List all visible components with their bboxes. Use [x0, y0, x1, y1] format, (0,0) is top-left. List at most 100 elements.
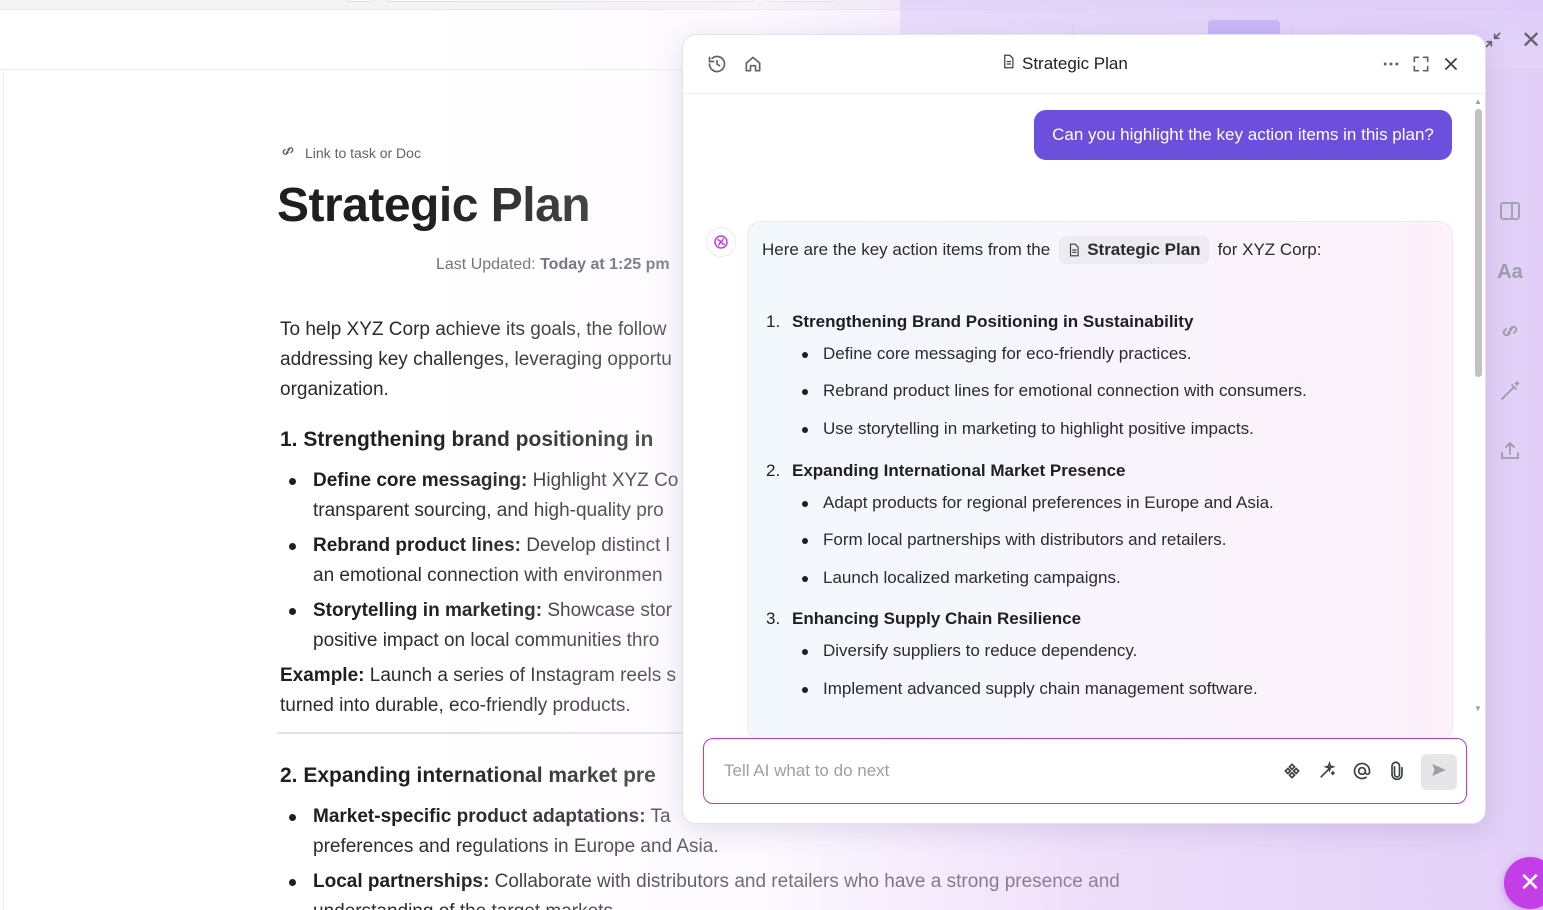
bullet-text: Collaborate with distributors and retail… [489, 871, 1120, 892]
intro-line: addressing key challenges, leveraging op… [280, 349, 672, 370]
send-icon [1430, 761, 1448, 784]
list-item-text: Diversify suppliers to reduce dependency… [823, 641, 1138, 660]
example-bold: Example: [280, 665, 365, 686]
panel-title: Strategic Plan [1001, 54, 1128, 74]
history-icon[interactable] [707, 54, 729, 76]
bullet-dot [802, 576, 808, 582]
link-icon [279, 142, 297, 163]
list-item-text: Rebrand product lines for emotional conn… [823, 381, 1307, 400]
at-icon[interactable] [1352, 761, 1374, 783]
list-item-text: Use storytelling in marketing to highlig… [823, 419, 1254, 438]
link-to-task-button[interactable]: Link to task or Doc [279, 142, 421, 163]
list-item: Define core messaging for eco-friendly p… [802, 344, 1192, 364]
font-settings-button[interactable]: Aa [1497, 259, 1523, 285]
action-item-title: Expanding International Market Presence [792, 461, 1126, 480]
bullet-dot [802, 501, 808, 507]
list-item: Adapt products for regional preferences … [802, 493, 1274, 513]
action-item-title: Enhancing Supply Chain Resilience [792, 609, 1082, 628]
magic-wand-icon[interactable] [1497, 379, 1523, 405]
intro-line: To help XYZ Corp achieve its goals, the … [280, 319, 667, 340]
bullet-text: Highlight XYZ Co [527, 470, 679, 491]
bullet-text: an emotional connection with environmen [313, 565, 663, 586]
bullet-dot [802, 538, 808, 544]
bullet-dot [802, 352, 808, 358]
panel-header: Strategic Plan [683, 35, 1485, 94]
bullet-text: Develop distinct l [520, 535, 670, 556]
action-item-heading: 3. Enhancing Supply Chain Resilience [766, 609, 1081, 629]
list-item-text: Launch localized marketing campaigns. [823, 568, 1121, 587]
attach-icon[interactable] [1387, 761, 1409, 783]
bullet-dot [802, 427, 808, 433]
last-updated-value: Today at 1:25 pm [540, 256, 670, 273]
example-text: turned into durable, eco-friendly produc… [280, 695, 631, 716]
upload-icon[interactable] [1497, 439, 1523, 465]
sparkle-icon[interactable] [1317, 760, 1339, 783]
bullet-dot [289, 814, 296, 821]
bullet-bold: Local partnerships: [313, 871, 490, 892]
link-to-task-label: Link to task or Doc [305, 144, 421, 161]
list-item: Launch localized marketing campaigns. [802, 568, 1121, 588]
bullet-dot [289, 879, 296, 886]
close-icon[interactable] [1441, 54, 1463, 76]
collapse-icon[interactable] [1483, 30, 1503, 55]
bullet-text: transparent sourcing, and high-quality p… [313, 500, 664, 521]
doc-title[interactable]: Strategic Plan [277, 178, 591, 233]
ai-prompt-input[interactable] [724, 757, 1264, 785]
list-number: 1. [766, 312, 781, 331]
ai-logo-icon [706, 227, 736, 257]
bullet-dot [289, 478, 296, 485]
example-text: Launch a series of Instagram reels s [364, 665, 677, 686]
intro-line: organization. [280, 379, 389, 400]
ai-chat-panel: Strategic Plan ▲ ▼ Can you highlight the… [682, 34, 1486, 824]
ai-response: Here are the key action items from the S… [747, 221, 1453, 741]
bullet-text: Showcase stor [542, 600, 672, 621]
section-heading[interactable]: 1. Strengthening brand positioning in [280, 428, 653, 452]
list-item-text: Adapt products for regional preferences … [823, 493, 1274, 512]
bullet-bold: Storytelling in marketing: [313, 600, 543, 621]
home-icon[interactable] [743, 54, 765, 76]
bullet-text: Ta [645, 806, 671, 827]
send-button[interactable] [1421, 754, 1457, 790]
list-number: 3. [766, 609, 781, 628]
list-item-text: Implement advanced supply chain manageme… [823, 679, 1258, 698]
panel-title-text: Strategic Plan [1022, 54, 1128, 73]
last-updated-label: Last Updated: [436, 256, 536, 273]
bullet-text: positive impact on local communities thr… [313, 630, 660, 651]
bullet-bold: Rebrand product lines: [313, 535, 521, 556]
list-item: Use storytelling in marketing to highlig… [802, 419, 1254, 439]
bullet-bold: Define core messaging: [313, 470, 528, 491]
list-item: Diversify suppliers to reduce dependency… [802, 641, 1137, 661]
list-number: 2. [766, 461, 781, 480]
sidebar-icon[interactable] [1497, 199, 1523, 225]
doc-mention-chip[interactable]: Strategic Plan [1059, 236, 1209, 264]
doc-icon [1001, 54, 1016, 74]
bullet-text: preferences and regulations in Europe an… [313, 836, 719, 857]
list-item: Form local partnerships with distributor… [802, 530, 1226, 550]
ai-intro: Here are the key action items from the S… [762, 236, 1321, 264]
bullet-dot [802, 649, 808, 655]
bullet-text: understanding of the target markets. [313, 901, 618, 910]
list-item: Rebrand product lines for emotional conn… [802, 381, 1307, 401]
doc-bullet[interactable]: Local partnerships: Collaborate with dis… [289, 867, 1169, 910]
brain-icon[interactable] [1282, 761, 1304, 783]
list-item-text: Define core messaging for eco-friendly p… [823, 344, 1192, 363]
close-icon[interactable]: ✕ [1521, 29, 1541, 53]
bullet-dot [802, 687, 808, 693]
action-item-title: Strengthening Brand Positioning in Susta… [792, 312, 1194, 331]
scroll-up-arrow[interactable]: ▲ [1474, 97, 1482, 106]
ai-intro-text: for XYZ Corp: [1217, 240, 1322, 259]
list-item: Implement advanced supply chain manageme… [802, 679, 1258, 699]
last-updated: Last Updated: Today at 1:25 pm [436, 256, 670, 274]
bullet-bold: Market-specific product adaptations: [313, 806, 646, 827]
section-heading[interactable]: 2. Expanding international market pre [280, 764, 656, 788]
link-icon[interactable] [1497, 319, 1523, 345]
scroll-down-arrow[interactable]: ▼ [1474, 704, 1482, 713]
expand-icon[interactable] [1411, 54, 1433, 76]
doc-mention-label: Strategic Plan [1087, 240, 1201, 259]
bullet-dot [802, 389, 808, 395]
ai-intro-text: Here are the key action items from the [762, 240, 1051, 259]
bullet-dot [289, 608, 296, 615]
scrollbar-thumb[interactable] [1475, 109, 1482, 377]
more-icon[interactable] [1381, 54, 1403, 76]
user-message: Can you highlight the key action items i… [1034, 110, 1452, 160]
